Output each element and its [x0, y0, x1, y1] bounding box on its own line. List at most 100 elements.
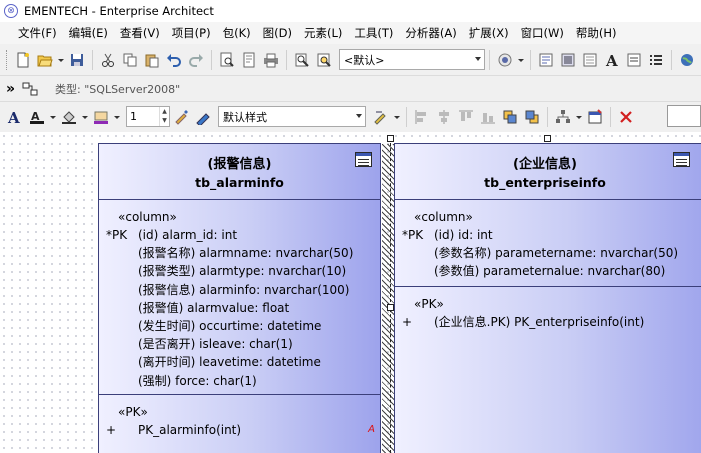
font-color-dropdown-icon[interactable] — [48, 106, 58, 128]
menu-edit[interactable]: 编辑(E) — [63, 23, 114, 43]
menu-view[interactable]: 查看(V) — [114, 23, 166, 43]
search-input[interactable] — [667, 105, 701, 127]
element-properties-icon[interactable] — [584, 106, 606, 128]
find-icon[interactable] — [216, 49, 238, 71]
send-back-icon[interactable] — [521, 106, 543, 128]
resize-handle[interactable] — [387, 304, 394, 311]
cut-icon[interactable] — [97, 49, 119, 71]
menu-window[interactable]: 窗口(W) — [515, 23, 570, 43]
column-row[interactable]: (报警名称) alarmname: nvarchar(50) — [99, 244, 380, 262]
column-text: (是否离开) isleave: char(1) — [138, 337, 293, 352]
open-dropdown-icon[interactable] — [56, 49, 66, 71]
menu-tools[interactable]: 工具(T) — [348, 23, 399, 43]
font-style-icon[interactable]: A — [4, 106, 26, 128]
menu-analyzer[interactable]: 分析器(A) — [399, 23, 462, 43]
new-file-icon[interactable] — [12, 49, 34, 71]
search-diagram-icon[interactable] — [313, 49, 335, 71]
properties-icon[interactable] — [535, 49, 557, 71]
stepper-arrows-icon[interactable]: ▲ ▼ — [159, 107, 169, 126]
align-left-icon[interactable] — [411, 106, 433, 128]
column-row[interactable]: (报警值) alarmvalue: float — [99, 299, 380, 317]
operation-row[interactable]: + (企业信息.PK) PK_enterpriseinfo(int) — [395, 313, 701, 331]
line-color-dropdown-icon[interactable] — [112, 106, 122, 128]
perspective-select[interactable]: <默认> — [339, 49, 485, 70]
target-dropdown-icon[interactable] — [516, 49, 526, 71]
open-folder-icon[interactable] — [34, 49, 56, 71]
column-row[interactable]: (发生时间) occurtime: datetime — [99, 317, 380, 335]
menu-element[interactable]: 元素(L) — [298, 23, 348, 43]
svg-text:A: A — [605, 52, 618, 68]
list-icon[interactable] — [645, 49, 667, 71]
line-width-stepper[interactable]: 1 ▲ ▼ — [126, 106, 170, 127]
format-painter-icon[interactable] — [170, 106, 192, 128]
align-bottom-icon[interactable] — [477, 106, 499, 128]
menu-diagram[interactable]: 图(D) — [257, 23, 298, 43]
text-block-icon[interactable] — [623, 49, 645, 71]
resize-handle[interactable] — [544, 135, 551, 142]
visibility-marker: + — [402, 314, 413, 329]
fill-color-dropdown-icon[interactable] — [80, 106, 90, 128]
font-icon[interactable]: A — [601, 49, 623, 71]
style-select[interactable]: 默认样式 — [218, 106, 366, 127]
operation-row[interactable]: + PK_alarminfo(int) A — [99, 421, 380, 439]
menu-file[interactable]: 文件(F) — [12, 23, 63, 43]
perspective-value: <默认> — [344, 53, 385, 67]
font-color-icon[interactable]: A — [26, 106, 48, 128]
fill-color-icon[interactable] — [58, 106, 80, 128]
column-row[interactable]: *PK (id) alarm_id: int — [99, 226, 380, 244]
search-model-icon[interactable] — [291, 49, 313, 71]
menu-package[interactable]: 包(K) — [217, 23, 257, 43]
style-dropdown-icon[interactable] — [392, 106, 402, 128]
column-row[interactable]: (报警类型) alarmtype: nvarchar(10) — [99, 262, 380, 280]
print-preview-icon[interactable] — [238, 49, 260, 71]
operation-text: (企业信息.PK) PK_enterpriseinfo(int) — [434, 314, 645, 329]
entity-header: (报警信息) tb_alarminfo — [99, 144, 380, 200]
toolbar-separator — [547, 106, 548, 127]
toolbar-separator — [671, 49, 672, 70]
column-row[interactable]: (是否离开) isleave: char(1) — [99, 335, 380, 353]
column-row[interactable]: (参数值) parameternalue: nvarchar(80) — [395, 262, 701, 280]
column-row[interactable]: (参数名称) parametername: nvarchar(50) — [395, 244, 701, 262]
table-entity-alarminfo[interactable]: (报警信息) tb_alarminfo «column» *PK (id) ala… — [98, 143, 381, 453]
chevron-down-icon — [475, 57, 481, 61]
align-center-icon[interactable] — [433, 106, 455, 128]
double-chevron-icon[interactable]: » — [6, 81, 15, 97]
line-color-icon[interactable] — [90, 106, 112, 128]
redo-icon[interactable] — [185, 49, 207, 71]
column-row[interactable]: (报警信息) alarminfo: nvarchar(100) — [99, 281, 380, 299]
globe-icon[interactable] — [676, 49, 698, 71]
delete-icon[interactable] — [615, 106, 637, 128]
style-edit-icon[interactable] — [370, 106, 392, 128]
hierarchy-dropdown-icon[interactable] — [574, 106, 584, 128]
target-icon[interactable] — [494, 49, 516, 71]
entity-table-name: tb_alarminfo — [195, 175, 284, 190]
abstract-marker: A — [368, 423, 375, 435]
columns-keyword: «column» — [414, 210, 473, 224]
table-entity-enterpriseinfo[interactable]: (企业信息) tb_enterpriseinfo «column» *PK (id… — [394, 143, 701, 453]
resize-handle[interactable] — [387, 135, 394, 142]
copy-icon[interactable] — [119, 49, 141, 71]
layout-icon[interactable] — [557, 49, 579, 71]
notes-icon[interactable] — [579, 49, 601, 71]
table-element-icon — [355, 152, 372, 167]
column-row[interactable]: (强制) force: char(1) — [99, 372, 380, 390]
apply-style-icon[interactable] — [192, 106, 214, 128]
entity-header: (企业信息) tb_enterpriseinfo — [395, 144, 701, 200]
hierarchy-icon[interactable] — [552, 106, 574, 128]
undo-icon[interactable] — [163, 49, 185, 71]
bring-front-icon[interactable] — [499, 106, 521, 128]
menu-project[interactable]: 项目(P) — [166, 23, 217, 43]
diagram-type-icon[interactable] — [19, 78, 41, 100]
toolbar-separator — [286, 49, 287, 70]
diagram-canvas[interactable]: (报警信息) tb_alarminfo «column» *PK (id) ala… — [0, 132, 701, 453]
column-row[interactable]: (离开时间) leavetime: datetime — [99, 353, 380, 371]
toolbar-grip[interactable] — [6, 49, 9, 70]
menu-extensions[interactable]: 扩展(X) — [463, 23, 515, 43]
selection-guide-line — [390, 138, 391, 453]
align-top-icon[interactable] — [455, 106, 477, 128]
column-row[interactable]: *PK (id) id: int — [395, 226, 701, 244]
menu-help[interactable]: 帮助(H) — [570, 23, 623, 43]
paste-icon[interactable] — [141, 49, 163, 71]
print-icon[interactable] — [260, 49, 282, 71]
save-icon[interactable] — [66, 49, 88, 71]
